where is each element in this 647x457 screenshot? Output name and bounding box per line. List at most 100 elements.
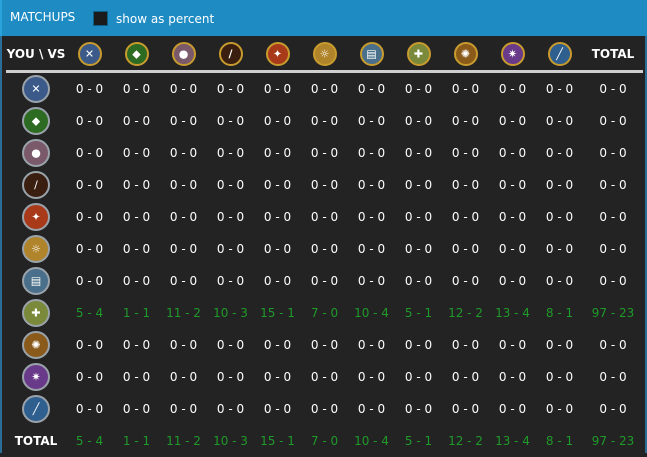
matchup-cell: 0 - 0 xyxy=(207,137,254,169)
matchup-cell: 0 - 0 xyxy=(301,137,348,169)
matchup-cell: 0 - 0 xyxy=(348,201,395,233)
matchup-cell: 15 - 1 xyxy=(254,297,301,329)
icon-glyph: ✕ xyxy=(85,48,94,59)
show-as-percent-checkbox[interactable] xyxy=(93,11,108,26)
table-row: ☼0 - 00 - 00 - 00 - 00 - 00 - 00 - 00 - … xyxy=(6,233,643,265)
matchup-cell: 0 - 0 xyxy=(442,72,489,106)
beast-head-icon: ● xyxy=(22,139,50,167)
matchups-table: YOU \ VS ✕◆●/✦☼▤✚✺✷╱TOTAL ✕0 - 00 - 00 -… xyxy=(6,37,643,457)
icon-glyph: ▤ xyxy=(366,48,376,59)
matchup-cell: 0 - 0 xyxy=(66,329,113,361)
matchup-cell: 0 - 0 xyxy=(489,137,536,169)
crossed-swords-icon: ✕ xyxy=(22,75,50,103)
matchup-cell: 0 - 0 xyxy=(395,169,442,201)
matchup-cell: 12 - 2 xyxy=(442,297,489,329)
icon-glyph: ✷ xyxy=(508,48,517,59)
matchup-cell: 0 - 0 xyxy=(348,105,395,137)
matchup-cell: 0 - 0 xyxy=(536,201,583,233)
matchups-header-bar: MATCHUPS show as percent xyxy=(0,0,647,36)
matchup-cell: 0 - 0 xyxy=(395,72,442,106)
matchup-cell: 0 - 0 xyxy=(489,361,536,393)
row-header: ◆ xyxy=(6,105,66,137)
matchup-cell: 0 - 0 xyxy=(207,393,254,425)
matchup-cell: 0 - 0 xyxy=(254,361,301,393)
matchup-cell: 0 - 0 xyxy=(113,201,160,233)
matchup-cell: 1 - 1 xyxy=(113,297,160,329)
matchup-cell: 0 - 0 xyxy=(207,361,254,393)
column-header-9: ✺ xyxy=(442,37,489,72)
matchup-cell: 0 - 0 xyxy=(160,201,207,233)
matchup-cell: 0 - 0 xyxy=(66,233,113,265)
row-total-cell: 0 - 0 xyxy=(583,105,643,137)
matchup-cell: 0 - 0 xyxy=(207,329,254,361)
matchup-cell: 0 - 0 xyxy=(113,105,160,137)
matchup-cell: 0 - 0 xyxy=(301,393,348,425)
matchup-cell: 0 - 0 xyxy=(536,361,583,393)
matchup-cell: 0 - 0 xyxy=(160,105,207,137)
matchup-cell: 0 - 0 xyxy=(489,329,536,361)
matchup-cell: 0 - 0 xyxy=(536,265,583,297)
show-as-percent-label[interactable]: show as percent xyxy=(116,12,214,26)
icon-glyph: ✚ xyxy=(31,308,40,319)
matchup-cell: 0 - 0 xyxy=(160,72,207,106)
matchup-cell: 0 - 0 xyxy=(254,233,301,265)
matchup-cell: 0 - 0 xyxy=(442,329,489,361)
row-total-cell: 0 - 0 xyxy=(583,265,643,297)
icon-glyph: ✕ xyxy=(31,84,40,95)
matchup-cell: 0 - 0 xyxy=(160,137,207,169)
matchup-cell: 0 - 0 xyxy=(160,265,207,297)
matchup-cell: 10 - 3 xyxy=(207,297,254,329)
matchup-cell: 0 - 0 xyxy=(113,361,160,393)
column-total-cell: 12 - 2 xyxy=(442,425,489,457)
matchup-cell: 0 - 0 xyxy=(113,137,160,169)
row-header: ✺ xyxy=(6,329,66,361)
golden-beast-icon: ✺ xyxy=(22,331,50,359)
matchup-cell: 13 - 4 xyxy=(489,297,536,329)
matchup-cell: 0 - 0 xyxy=(489,105,536,137)
matchup-cell: 0 - 0 xyxy=(66,265,113,297)
matchup-cell: 0 - 0 xyxy=(395,201,442,233)
matchup-cell: 0 - 0 xyxy=(254,169,301,201)
beast-head-icon: ● xyxy=(172,42,196,66)
row-header: ✷ xyxy=(6,361,66,393)
matchup-cell: 0 - 0 xyxy=(207,72,254,106)
matchup-cell: 0 - 0 xyxy=(395,233,442,265)
matchup-cell: 0 - 0 xyxy=(113,233,160,265)
icon-glyph: ☼ xyxy=(31,244,41,255)
row-total-cell: 0 - 0 xyxy=(583,393,643,425)
matchup-cell: 0 - 0 xyxy=(442,169,489,201)
matchup-cell: 0 - 0 xyxy=(160,233,207,265)
table-row: ✦0 - 00 - 00 - 00 - 00 - 00 - 00 - 00 - … xyxy=(6,201,643,233)
column-total-cell: 10 - 3 xyxy=(207,425,254,457)
icon-glyph: ◆ xyxy=(32,116,40,127)
icon-glyph: ▤ xyxy=(31,276,41,287)
matchup-cell: 5 - 1 xyxy=(395,297,442,329)
matchup-cell: 0 - 0 xyxy=(66,137,113,169)
icon-glyph: ╱ xyxy=(33,404,40,415)
row-header: ✕ xyxy=(6,72,66,106)
matchup-cell: 0 - 0 xyxy=(160,329,207,361)
matchup-cell: 0 - 0 xyxy=(442,361,489,393)
matchup-cell: 0 - 0 xyxy=(207,233,254,265)
matchup-cell: 0 - 0 xyxy=(489,233,536,265)
icon-glyph: ✷ xyxy=(31,372,40,383)
frost-book-icon: ▤ xyxy=(22,267,50,295)
flame-strike-icon: ✦ xyxy=(22,203,50,231)
matchup-cell: 0 - 0 xyxy=(348,393,395,425)
flame-strike-icon: ✦ xyxy=(266,42,290,66)
matchup-cell: 0 - 0 xyxy=(395,105,442,137)
icon-glyph: ✦ xyxy=(31,212,40,223)
table-row: ✚5 - 41 - 111 - 210 - 315 - 17 - 010 - 4… xyxy=(6,297,643,329)
matchup-cell: 0 - 0 xyxy=(301,329,348,361)
table-row: ✷0 - 00 - 00 - 00 - 00 - 00 - 00 - 00 - … xyxy=(6,361,643,393)
matchup-cell: 0 - 0 xyxy=(301,233,348,265)
row-total-cell: 0 - 0 xyxy=(583,72,643,106)
column-total-cell: 8 - 1 xyxy=(536,425,583,457)
matchup-cell: 0 - 0 xyxy=(395,137,442,169)
column-header-4: / xyxy=(207,37,254,72)
matchup-cell: 0 - 0 xyxy=(489,201,536,233)
row-header: ☼ xyxy=(6,233,66,265)
matchup-cell: 0 - 0 xyxy=(442,105,489,137)
icon-glyph: ✦ xyxy=(273,48,282,59)
table-header-row: YOU \ VS ✕◆●/✦☼▤✚✺✷╱TOTAL xyxy=(6,37,643,72)
